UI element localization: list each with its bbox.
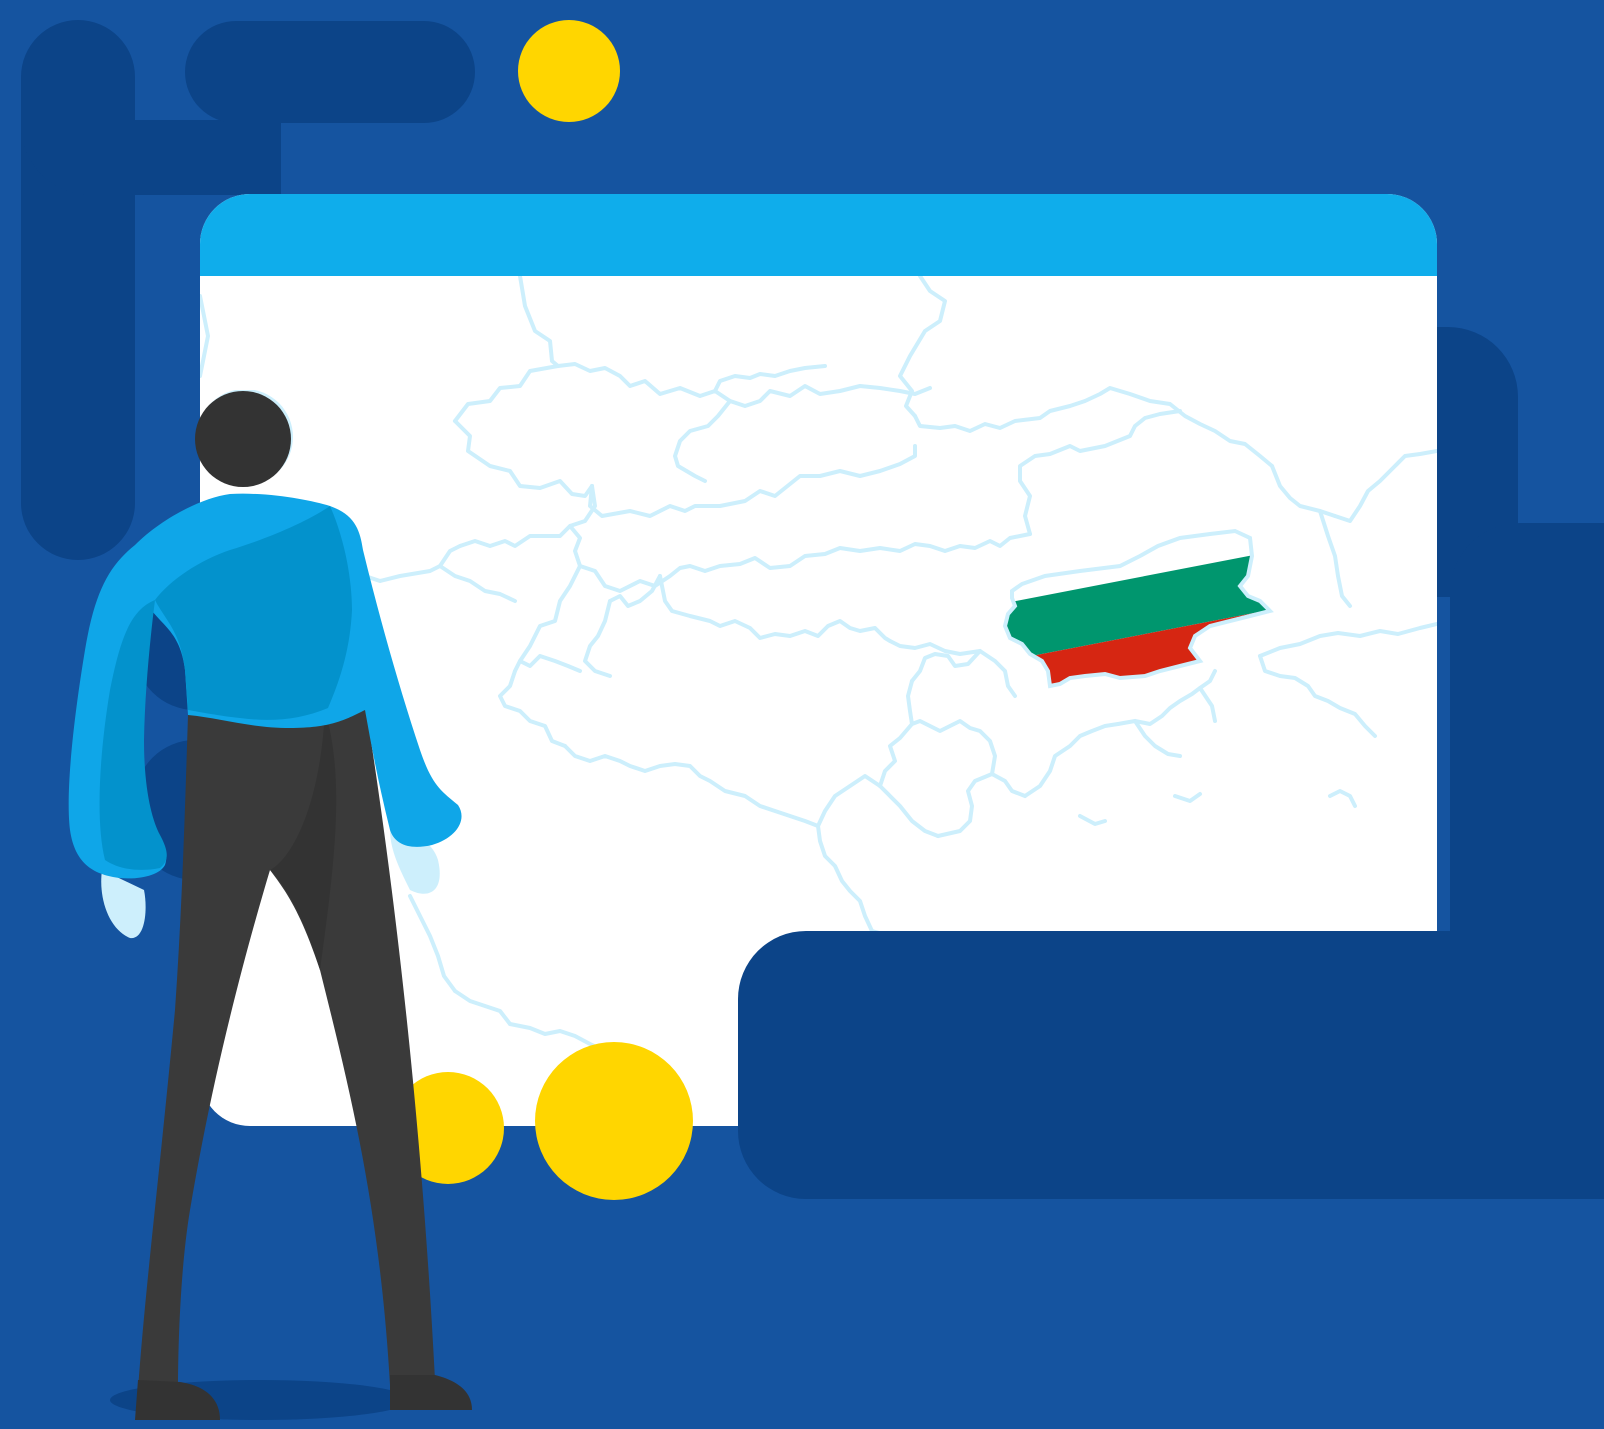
decor-yellow-dot-top xyxy=(518,20,620,122)
border-line xyxy=(673,399,732,483)
border-line xyxy=(658,574,892,643)
border-line xyxy=(816,824,874,933)
border-line xyxy=(518,276,560,368)
person-svg xyxy=(68,390,472,1420)
border-line xyxy=(498,669,567,748)
border-line xyxy=(568,524,1032,593)
border-line xyxy=(1318,509,1352,608)
decor-bottom-right-panel xyxy=(738,931,1604,1199)
border-line xyxy=(910,649,982,683)
border-line xyxy=(816,774,940,838)
border-line xyxy=(1078,814,1107,826)
border-line xyxy=(1258,654,1377,738)
border-line xyxy=(898,276,947,418)
border-line xyxy=(200,294,210,378)
border-line xyxy=(563,744,820,828)
border-line xyxy=(1270,464,1337,518)
border-line xyxy=(588,444,917,518)
border-line xyxy=(910,719,997,776)
border-line xyxy=(913,386,1274,468)
border-line xyxy=(1173,792,1202,803)
border-line xyxy=(1018,409,1182,536)
border-line xyxy=(1133,719,1182,758)
window-titlebar xyxy=(200,194,1437,276)
left-hand xyxy=(101,870,146,939)
border-line xyxy=(513,564,582,673)
border-line xyxy=(1023,722,1120,798)
border-line xyxy=(518,654,582,673)
decor-yellow-dot-large xyxy=(535,1042,693,1200)
border-line xyxy=(936,772,1027,838)
decor-top-left-connector xyxy=(21,120,281,195)
border-line xyxy=(1333,449,1437,523)
decor-top-pill xyxy=(185,21,475,123)
border-line xyxy=(1328,789,1357,808)
illustration-scene xyxy=(0,0,1604,1429)
person-figure xyxy=(60,390,500,1429)
border-line xyxy=(1198,686,1217,723)
right-shoe xyxy=(390,1375,472,1410)
border-line xyxy=(583,599,612,678)
person-head xyxy=(195,391,291,487)
border-line xyxy=(878,679,914,788)
border-line xyxy=(1258,622,1437,658)
border-line xyxy=(556,362,932,408)
